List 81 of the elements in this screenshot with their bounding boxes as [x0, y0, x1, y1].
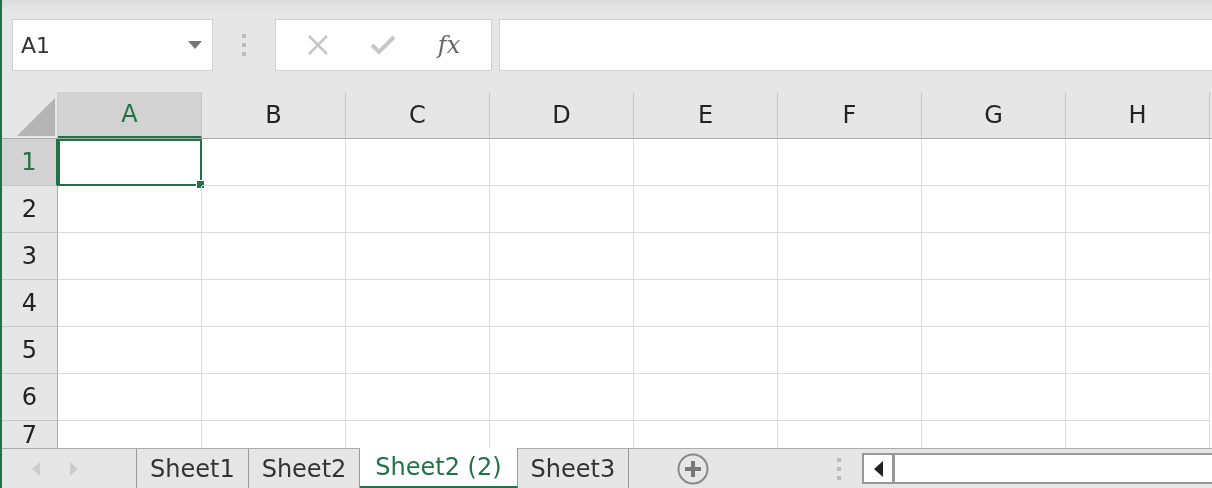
table-cell[interactable] — [346, 279, 490, 327]
corner-triangle-icon — [17, 97, 55, 136]
next-sheet-icon[interactable] — [70, 461, 78, 476]
column-header[interactable]: D — [490, 91, 634, 138]
check-icon[interactable] — [370, 35, 397, 55]
table-cell[interactable] — [778, 185, 922, 233]
table-cell[interactable] — [634, 326, 778, 374]
table-cell[interactable] — [922, 279, 1066, 327]
table-cell[interactable] — [58, 373, 202, 421]
fill-handle[interactable] — [196, 179, 205, 189]
column-header[interactable]: H — [1066, 91, 1210, 138]
table-cell[interactable] — [202, 279, 346, 327]
table-cell[interactable] — [346, 373, 490, 421]
column-header[interactable]: E — [634, 91, 778, 138]
table-cell[interactable] — [778, 232, 922, 280]
table-cell[interactable] — [346, 185, 490, 233]
name-box[interactable]: A1 — [12, 19, 213, 71]
column-header[interactable]: B — [202, 91, 346, 138]
table-cell[interactable] — [922, 185, 1066, 233]
table-cell[interactable] — [202, 232, 346, 280]
sheet-tab[interactable]: Sheet1 — [137, 449, 249, 488]
table-cell[interactable] — [202, 138, 346, 186]
row-header[interactable]: 2 — [2, 185, 58, 233]
sheet-tab[interactable]: Sheet3 — [517, 449, 630, 488]
table-cell[interactable] — [346, 138, 490, 186]
table-cell[interactable] — [202, 185, 346, 233]
table-cell[interactable] — [58, 185, 202, 233]
table-cell[interactable] — [346, 232, 490, 280]
table-cell[interactable] — [778, 326, 922, 374]
formula-input[interactable] — [499, 19, 1212, 71]
row-header[interactable]: 1 — [2, 138, 58, 186]
sheet-tab[interactable]: Sheet2 (2) — [360, 448, 518, 488]
table-cell[interactable] — [1066, 373, 1210, 421]
table-cell[interactable] — [922, 138, 1066, 186]
left-arrow-icon — [873, 460, 883, 477]
column-header[interactable]: A — [58, 91, 202, 138]
table-cell[interactable] — [58, 326, 202, 374]
table-cell[interactable] — [634, 279, 778, 327]
drag-handle-icon[interactable] — [242, 34, 246, 56]
table-cell[interactable] — [58, 279, 202, 327]
table-cell[interactable] — [778, 138, 922, 186]
table-cell[interactable] — [1066, 326, 1210, 374]
row-header[interactable]: 5 — [2, 326, 58, 374]
table-cell[interactable] — [634, 185, 778, 233]
column-header[interactable]: F — [778, 91, 922, 138]
drag-handle-icon[interactable] — [837, 457, 842, 480]
table-cell[interactable] — [490, 279, 634, 327]
table-cell[interactable] — [922, 373, 1066, 421]
table-cell[interactable] — [778, 373, 922, 421]
table-cell[interactable] — [58, 232, 202, 280]
row-header[interactable]: 4 — [2, 279, 58, 327]
table-cell[interactable] — [490, 373, 634, 421]
table-cell[interactable] — [778, 279, 922, 327]
column-header[interactable]: C — [346, 91, 490, 138]
previous-sheet-icon[interactable] — [32, 461, 40, 476]
column-header[interactable]: G — [922, 91, 1066, 138]
table-cell[interactable] — [1066, 185, 1210, 233]
table-cell[interactable] — [346, 326, 490, 374]
insert-function-button[interactable]: fx — [437, 31, 461, 59]
table-cell[interactable] — [634, 138, 778, 186]
table-cell[interactable] — [634, 373, 778, 421]
table-cell[interactable] — [490, 185, 634, 233]
table-cell[interactable] — [490, 138, 634, 186]
table-cell[interactable] — [202, 373, 346, 421]
table-cell[interactable] — [634, 232, 778, 280]
active-cell[interactable] — [58, 138, 202, 186]
add-sheet-icon[interactable] — [677, 452, 710, 485]
table-cell[interactable] — [922, 326, 1066, 374]
table-cell[interactable] — [490, 326, 634, 374]
table-cell[interactable] — [1066, 279, 1210, 327]
row-header[interactable]: 6 — [2, 373, 58, 421]
horizontal-scrollbar[interactable] — [862, 453, 1212, 484]
dropdown-caret-icon — [188, 41, 202, 49]
table-cell[interactable] — [202, 326, 346, 374]
row-header[interactable]: 3 — [2, 232, 58, 280]
row-header[interactable]: 7 — [2, 420, 58, 448]
table-cell[interactable] — [1066, 232, 1210, 280]
table-cell[interactable] — [490, 232, 634, 280]
table-cell[interactable] — [1066, 138, 1210, 186]
table-cell[interactable] — [922, 232, 1066, 280]
cancel-icon[interactable] — [306, 34, 329, 56]
